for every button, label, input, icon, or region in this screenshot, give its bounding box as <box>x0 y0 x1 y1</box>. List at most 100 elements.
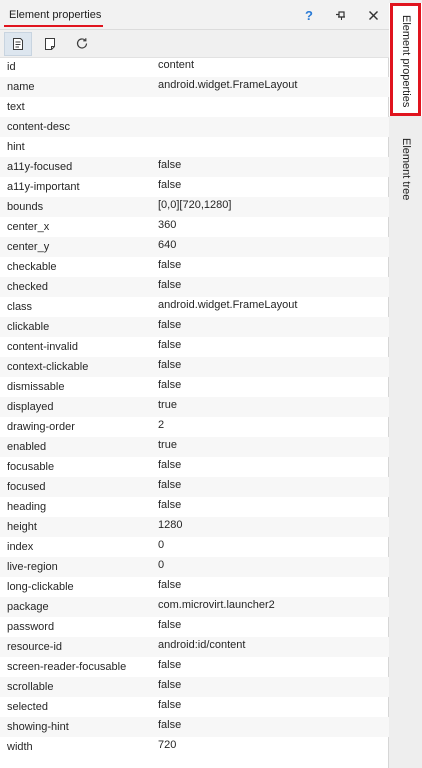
property-value: false <box>158 379 182 391</box>
property-key: focused <box>7 481 46 493</box>
property-value: [0,0][720,1280] <box>158 199 232 211</box>
property-value: false <box>158 159 182 171</box>
property-key: width <box>7 741 33 753</box>
help-icon: ? <box>305 7 313 23</box>
property-key: height <box>7 521 37 533</box>
help-button[interactable]: ? <box>300 6 318 24</box>
property-value: android.widget.FrameLayout <box>158 79 298 91</box>
document-list-icon <box>13 38 23 50</box>
refresh-button[interactable] <box>68 32 96 56</box>
property-row[interactable]: height 1280 <box>0 517 389 537</box>
property-row[interactable]: package com.microvirt.launcher2 <box>0 597 389 617</box>
property-row[interactable]: content-invalid false <box>0 337 389 357</box>
property-row[interactable]: content-desc <box>0 117 389 137</box>
property-value: com.microvirt.launcher2 <box>158 599 275 611</box>
property-row[interactable]: enabled true <box>0 437 389 457</box>
property-value: android:id/content <box>158 639 246 651</box>
property-row[interactable]: password false <box>0 617 389 637</box>
properties-table: id content name android.widget.FrameLayout t… <box>0 57 389 757</box>
property-row[interactable]: name android.widget.FrameLayout <box>0 77 389 97</box>
property-row[interactable]: a11y-focused false <box>0 157 389 177</box>
pin-icon <box>336 11 345 20</box>
property-key: selected <box>7 701 48 713</box>
property-key: clickable <box>7 321 50 333</box>
property-row[interactable]: text <box>0 97 389 117</box>
property-key: content-desc <box>7 121 70 133</box>
property-key: checkable <box>7 261 57 273</box>
property-row[interactable]: checkable false <box>0 257 389 277</box>
property-value: 1280 <box>158 519 183 531</box>
property-key: hint <box>7 141 25 153</box>
property-row[interactable]: center_x 360 <box>0 217 389 237</box>
document-view-button[interactable] <box>36 32 64 56</box>
tab-element-tree[interactable]: Element tree <box>389 126 422 216</box>
tab-element-properties[interactable]: Element properties <box>389 3 422 116</box>
property-row[interactable]: context-clickable false <box>0 357 389 377</box>
property-row[interactable]: center_y 640 <box>0 237 389 257</box>
property-key: enabled <box>7 441 47 453</box>
document-icon <box>45 38 55 50</box>
property-value: 0 <box>158 559 165 571</box>
property-row[interactable]: focusable false <box>0 457 389 477</box>
property-value: 640 <box>158 239 177 251</box>
property-value: false <box>158 259 182 271</box>
property-value: true <box>158 399 177 411</box>
property-value: true <box>158 439 177 451</box>
property-row[interactable]: displayed true <box>0 397 389 417</box>
property-row[interactable]: drawing-order 2 <box>0 417 389 437</box>
property-value: false <box>158 699 182 711</box>
property-key: live-region <box>7 561 58 573</box>
property-row[interactable]: selected false <box>0 697 389 717</box>
property-value: android.widget.FrameLayout <box>158 299 298 311</box>
property-row[interactable]: a11y-important false <box>0 177 389 197</box>
property-value: false <box>158 339 182 351</box>
property-value: false <box>158 619 182 631</box>
property-row[interactable]: checked false <box>0 277 389 297</box>
property-row[interactable]: live-region 0 <box>0 557 389 577</box>
property-row[interactable]: hint <box>0 137 389 157</box>
property-row[interactable]: clickable false <box>0 317 389 337</box>
property-value: false <box>158 359 182 371</box>
property-value: 720 <box>158 739 177 751</box>
property-row[interactable]: showing-hint false <box>0 717 389 737</box>
property-row[interactable]: heading false <box>0 497 389 517</box>
property-value: content <box>158 59 195 71</box>
property-key: focusable <box>7 461 55 473</box>
property-row[interactable]: long-clickable false <box>0 577 389 597</box>
property-key: center_x <box>7 221 50 233</box>
tab-element-tree-label: Element tree <box>400 138 412 201</box>
refresh-icon <box>76 38 88 49</box>
property-key: drawing-order <box>7 421 75 433</box>
element-properties-panel: Element properties ? id content name and… <box>0 0 389 768</box>
property-value: false <box>158 279 182 291</box>
panel-toolbar <box>0 30 389 58</box>
property-row[interactable]: resource-id android:id/content <box>0 637 389 657</box>
property-key: a11y-important <box>7 181 80 193</box>
property-key: showing-hint <box>7 721 69 733</box>
property-row[interactable]: scrollable false <box>0 677 389 697</box>
property-row[interactable]: focused false <box>0 477 389 497</box>
property-row[interactable]: screen-reader-focusable false <box>0 657 389 677</box>
property-row[interactable]: dismissable false <box>0 377 389 397</box>
property-key: package <box>7 601 49 613</box>
property-value: 0 <box>158 539 165 551</box>
property-value: false <box>158 459 182 471</box>
properties-view-button[interactable] <box>4 32 32 56</box>
panel-titlebar: Element properties ? <box>0 0 389 30</box>
property-row[interactable]: index 0 <box>0 537 389 557</box>
close-icon <box>368 10 378 20</box>
property-key: scrollable <box>7 681 54 693</box>
close-button[interactable] <box>364 6 382 24</box>
property-value: false <box>158 679 182 691</box>
title-highlight-underline <box>4 25 103 27</box>
property-key: name <box>7 81 35 93</box>
property-key: a11y-focused <box>7 161 73 173</box>
property-row[interactable]: width 720 <box>0 737 389 757</box>
property-value: 2 <box>158 419 165 431</box>
pin-button[interactable] <box>332 6 350 24</box>
property-key: context-clickable <box>7 361 89 373</box>
property-row[interactable]: class android.widget.FrameLayout <box>0 297 389 317</box>
property-key: text <box>7 101 25 113</box>
property-row[interactable]: id content <box>0 57 389 77</box>
property-row[interactable]: bounds [0,0][720,1280] <box>0 197 389 217</box>
